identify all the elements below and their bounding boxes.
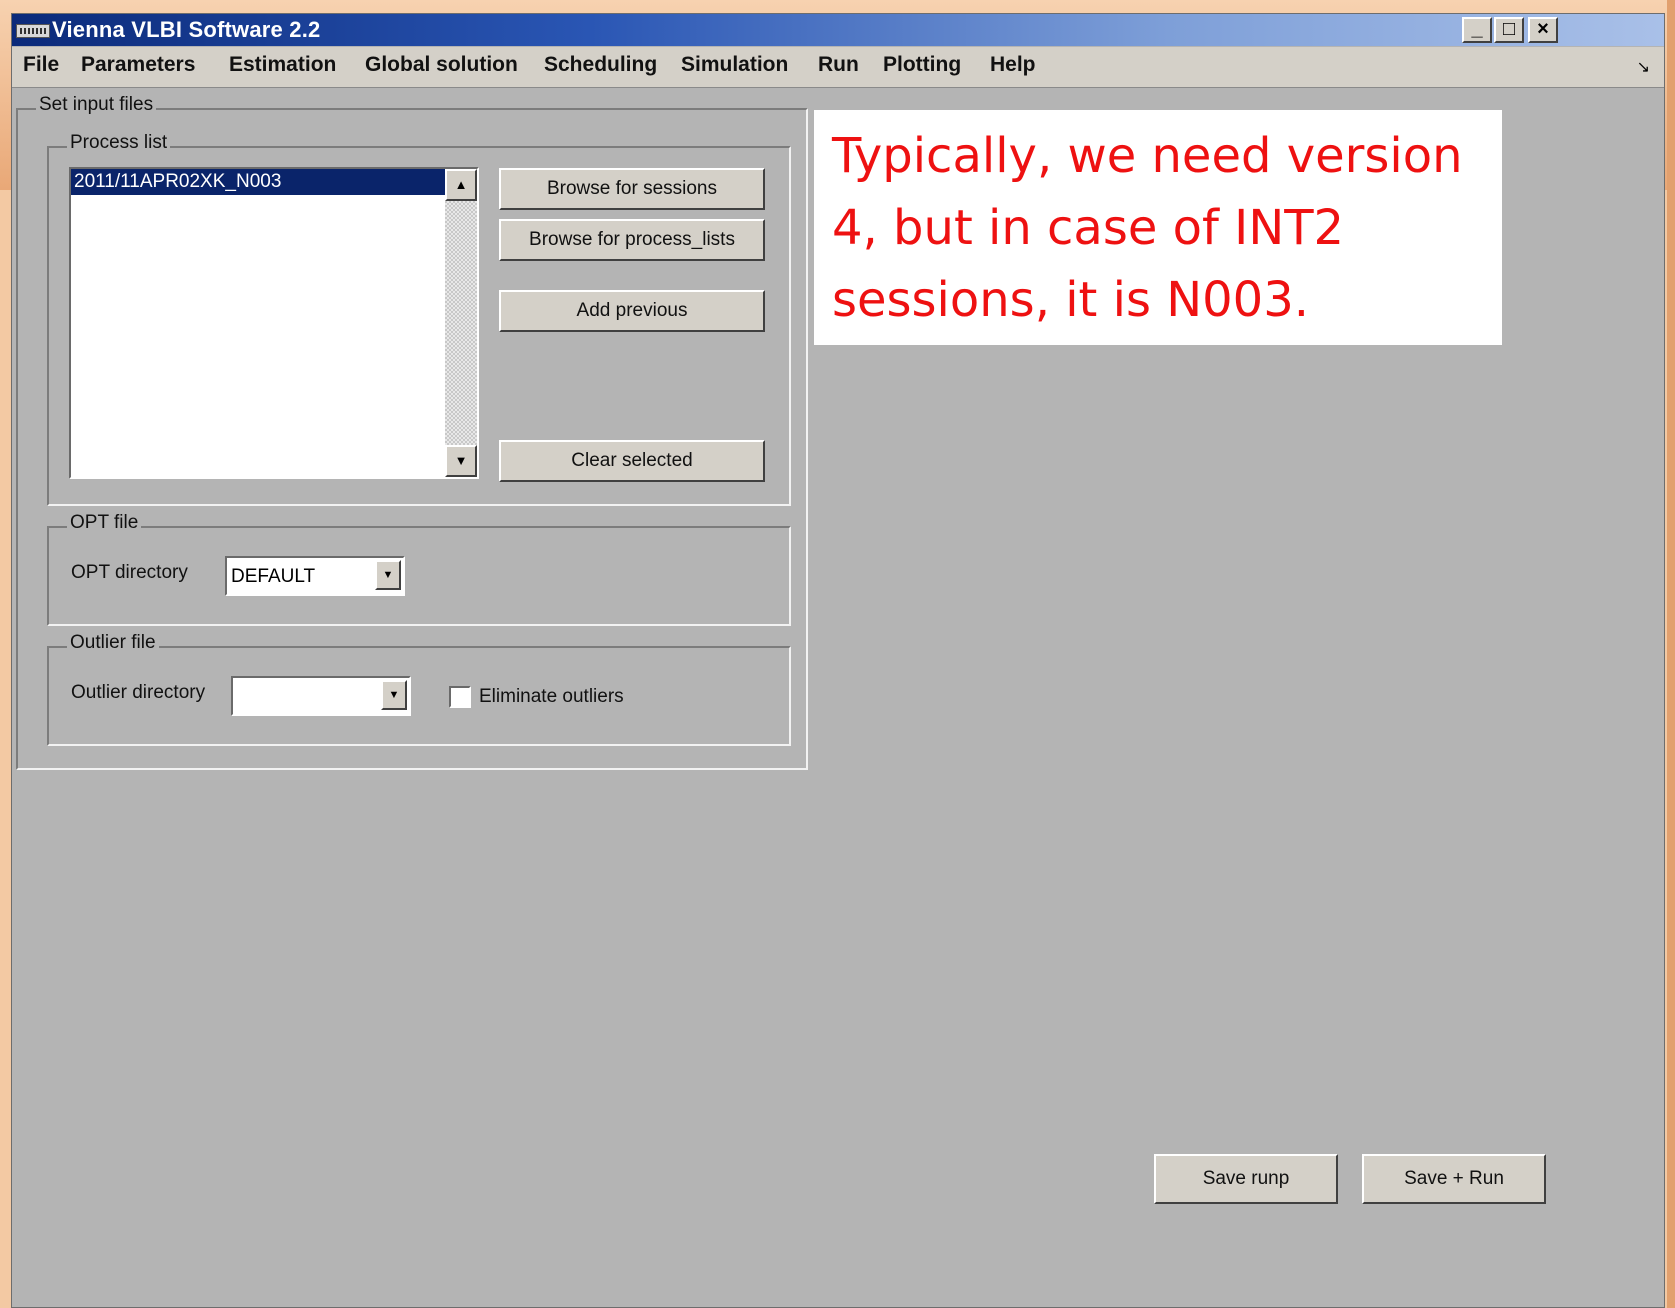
slide-background-edge: [1667, 0, 1675, 1308]
outlier-file-group: Outlier file Outlier directory ▼ Elimina…: [47, 632, 791, 746]
window-title: Vienna VLBI Software 2.2: [52, 17, 321, 42]
add-previous-button[interactable]: Add previous: [499, 290, 765, 332]
menu-file[interactable]: File: [23, 53, 59, 77]
menu-run[interactable]: Run: [818, 53, 859, 77]
scroll-down-arrow-icon[interactable]: ▼: [445, 445, 477, 477]
chevron-down-icon[interactable]: ▼: [375, 560, 401, 590]
browse-sessions-button[interactable]: Browse for sessions: [499, 168, 765, 210]
opt-directory-value: DEFAULT: [231, 566, 316, 587]
outlier-file-label: Outlier file: [67, 632, 159, 654]
scroll-up-arrow-icon[interactable]: ▲: [445, 169, 477, 201]
close-button[interactable]: ×: [1528, 17, 1558, 43]
annotation-callout: Typically, we need version 4, but in cas…: [814, 110, 1502, 345]
menu-estimation[interactable]: Estimation: [229, 53, 336, 77]
clear-selected-button[interactable]: Clear selected: [499, 440, 765, 482]
opt-directory-label: OPT directory: [71, 562, 188, 583]
opt-directory-select[interactable]: DEFAULT ▼: [225, 556, 405, 596]
menu-simulation[interactable]: Simulation: [681, 53, 788, 77]
outlier-directory-select[interactable]: ▼: [231, 676, 411, 716]
set-input-files-label: Set input files: [36, 94, 157, 116]
menu-parameters[interactable]: Parameters: [81, 53, 195, 77]
menu-bar: File Parameters Estimation Global soluti…: [12, 47, 1664, 88]
menu-overflow-icon[interactable]: ↘: [1637, 57, 1650, 77]
set-input-files-group: Set input files Process list 2011/11APR0…: [16, 94, 808, 770]
outlier-directory-label: Outlier directory: [71, 682, 206, 703]
eliminate-outliers-label: Eliminate outliers: [479, 686, 624, 707]
opt-file-group: OPT file OPT directory DEFAULT ▼: [47, 512, 791, 626]
menu-global-solution[interactable]: Global solution: [365, 53, 518, 77]
process-listbox[interactable]: 2011/11APR02XK_N003 ▲ ▼: [69, 167, 479, 479]
title-bar[interactable]: Vienna VLBI Software 2.2 _ □ ×: [12, 14, 1664, 46]
app-icon: [16, 24, 50, 38]
list-item-selected[interactable]: 2011/11APR02XK_N003: [71, 169, 447, 195]
browse-process-lists-button[interactable]: Browse for process_lists: [499, 219, 765, 261]
save-runp-button[interactable]: Save runp: [1154, 1154, 1338, 1204]
listbox-scrollbar[interactable]: ▲ ▼: [445, 169, 477, 477]
annotation-text: Typically, we need version 4, but in cas…: [832, 128, 1463, 328]
process-list-label: Process list: [67, 132, 171, 154]
maximize-button[interactable]: □: [1494, 17, 1524, 43]
menu-scheduling[interactable]: Scheduling: [544, 53, 657, 77]
chevron-down-icon[interactable]: ▼: [381, 680, 407, 710]
opt-file-label: OPT file: [67, 512, 142, 534]
eliminate-outliers-checkbox[interactable]: [449, 686, 471, 708]
menu-plotting[interactable]: Plotting: [883, 53, 961, 77]
minimize-button[interactable]: _: [1462, 17, 1492, 43]
menu-help[interactable]: Help: [990, 53, 1036, 77]
save-run-button[interactable]: Save + Run: [1362, 1154, 1546, 1204]
